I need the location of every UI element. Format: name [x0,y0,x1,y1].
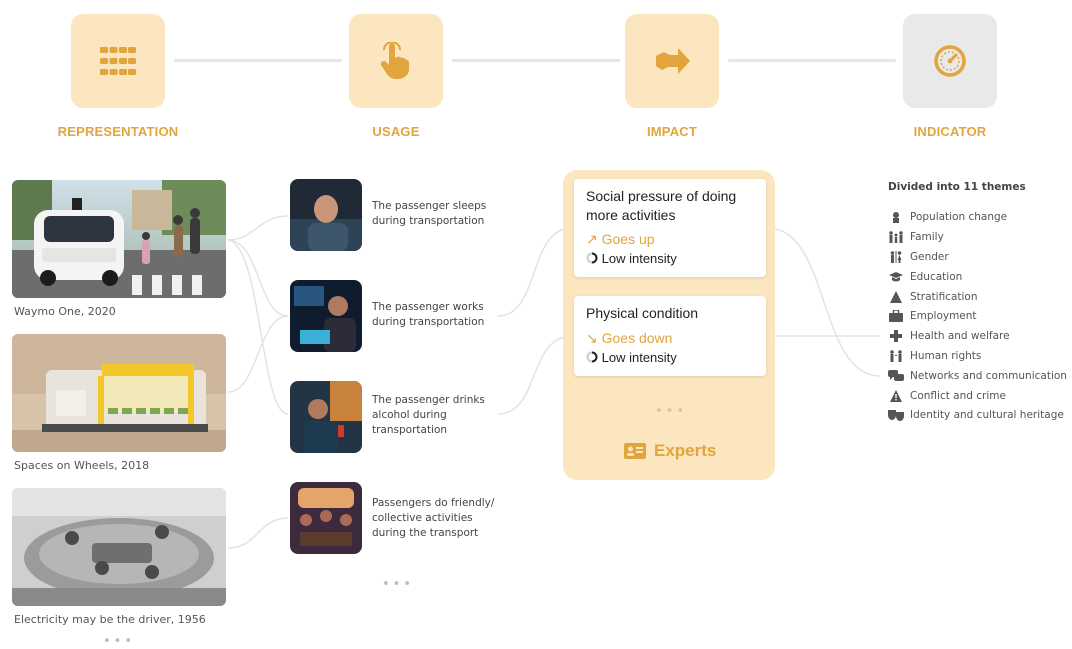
trend-down-icon: ↘ [586,330,598,346]
working-passenger-illustration [290,280,362,352]
theme-label: Health and welfare [910,330,1010,342]
theme-row: Conflict and crime [888,387,1006,405]
intensity-ring-icon [586,252,598,264]
spaces-on-wheels-illustration [12,334,226,452]
impact-trend-label: Goes down [601,330,673,346]
impact-title: Physical condition [586,305,699,321]
id-card-icon [624,443,646,459]
impact-intensity-label: Low intensity [601,350,677,365]
experts-label-row: Experts [624,441,716,461]
spaces-on-wheels-photo [12,334,226,452]
theme-label: Conflict and crime [910,390,1006,402]
theme-row: Employment [888,307,977,325]
theme-row: Gender [888,248,949,266]
usage-description: The passenger drinks alcohol during tran… [372,394,485,436]
chat-bubbles-icon [888,369,904,383]
theater-masks-icon [888,408,904,422]
representation-caption: Waymo One, 2020 [14,305,116,318]
theme-label: Population change [910,211,1008,223]
usage-description: Passengers do friendly/ collective activ… [372,497,495,539]
sleeping-passenger-illustration [290,179,362,251]
more-dots: ••• [655,404,688,419]
impact-card: Social pressure of doing more activities… [574,179,766,277]
population-icon [888,210,904,224]
more-dots: ••• [382,577,415,592]
impact-trend-label: Goes up [601,231,655,247]
impact-card: Physical condition ↘ Goes down Low inten… [574,296,766,376]
indicator-heading: Divided into 11 themes [888,181,1026,193]
theme-label: Identity and cultural heritage [910,409,1064,421]
theme-row: Networks and communication [888,367,1067,385]
theme-label: Stratification [910,291,978,303]
impact-trend: ↗ Goes up [586,231,655,248]
theme-row: Education [888,268,962,286]
theme-label: Family [910,231,944,243]
theme-label: Employment [910,310,977,322]
theme-row: Human rights [888,347,981,365]
usage-description: The passenger sleeps during transportati… [372,200,487,227]
theme-row: Stratification [888,288,978,306]
electricity-driver-photo [12,488,226,606]
medical-cross-icon [888,329,904,343]
theme-row: Population change [888,208,1007,226]
impact-intensity-label: Low intensity [601,251,677,266]
usage-description: The passenger works during transportatio… [372,301,485,328]
more-dots: ••• [103,634,136,649]
pyramid-icon [888,290,904,304]
gender-icon [888,250,904,264]
theme-row: Identity and cultural heritage [888,406,1064,424]
trend-up-icon: ↗ [586,231,598,247]
theme-row: Health and welfare [888,327,1010,345]
theme-label: Gender [910,251,949,263]
graduation-cap-icon [888,270,904,284]
waymo-car-illustration [12,180,226,298]
family-icon [888,230,904,244]
representation-caption: Electricity may be the driver, 1956 [14,613,206,626]
usage-thumbnail [290,381,362,453]
impact-title: Social pressure of doing more activities [586,188,737,223]
impact-trend: ↘ Goes down [586,330,672,347]
impact-intensity: Low intensity [586,350,677,365]
intensity-ring-icon [586,351,598,363]
usage-thumbnail [290,280,362,352]
theme-label: Education [910,271,963,283]
theme-row: Family [888,228,944,246]
people-icon [888,349,904,363]
group-passengers-illustration [290,482,362,554]
representation-caption: Spaces on Wheels, 2018 [14,459,150,472]
briefcase-icon [888,309,904,323]
drinking-passenger-illustration [290,381,362,453]
waymo-photo [12,180,226,298]
usage-thumbnail [290,482,362,554]
theme-label: Human rights [910,350,982,362]
usage-thumbnail [290,179,362,251]
experts-label: Experts [654,441,717,460]
impact-intensity: Low intensity [586,251,677,266]
theme-label: Networks and communication [910,370,1067,382]
vintage-car-illustration [12,488,226,606]
warning-icon [888,389,904,403]
